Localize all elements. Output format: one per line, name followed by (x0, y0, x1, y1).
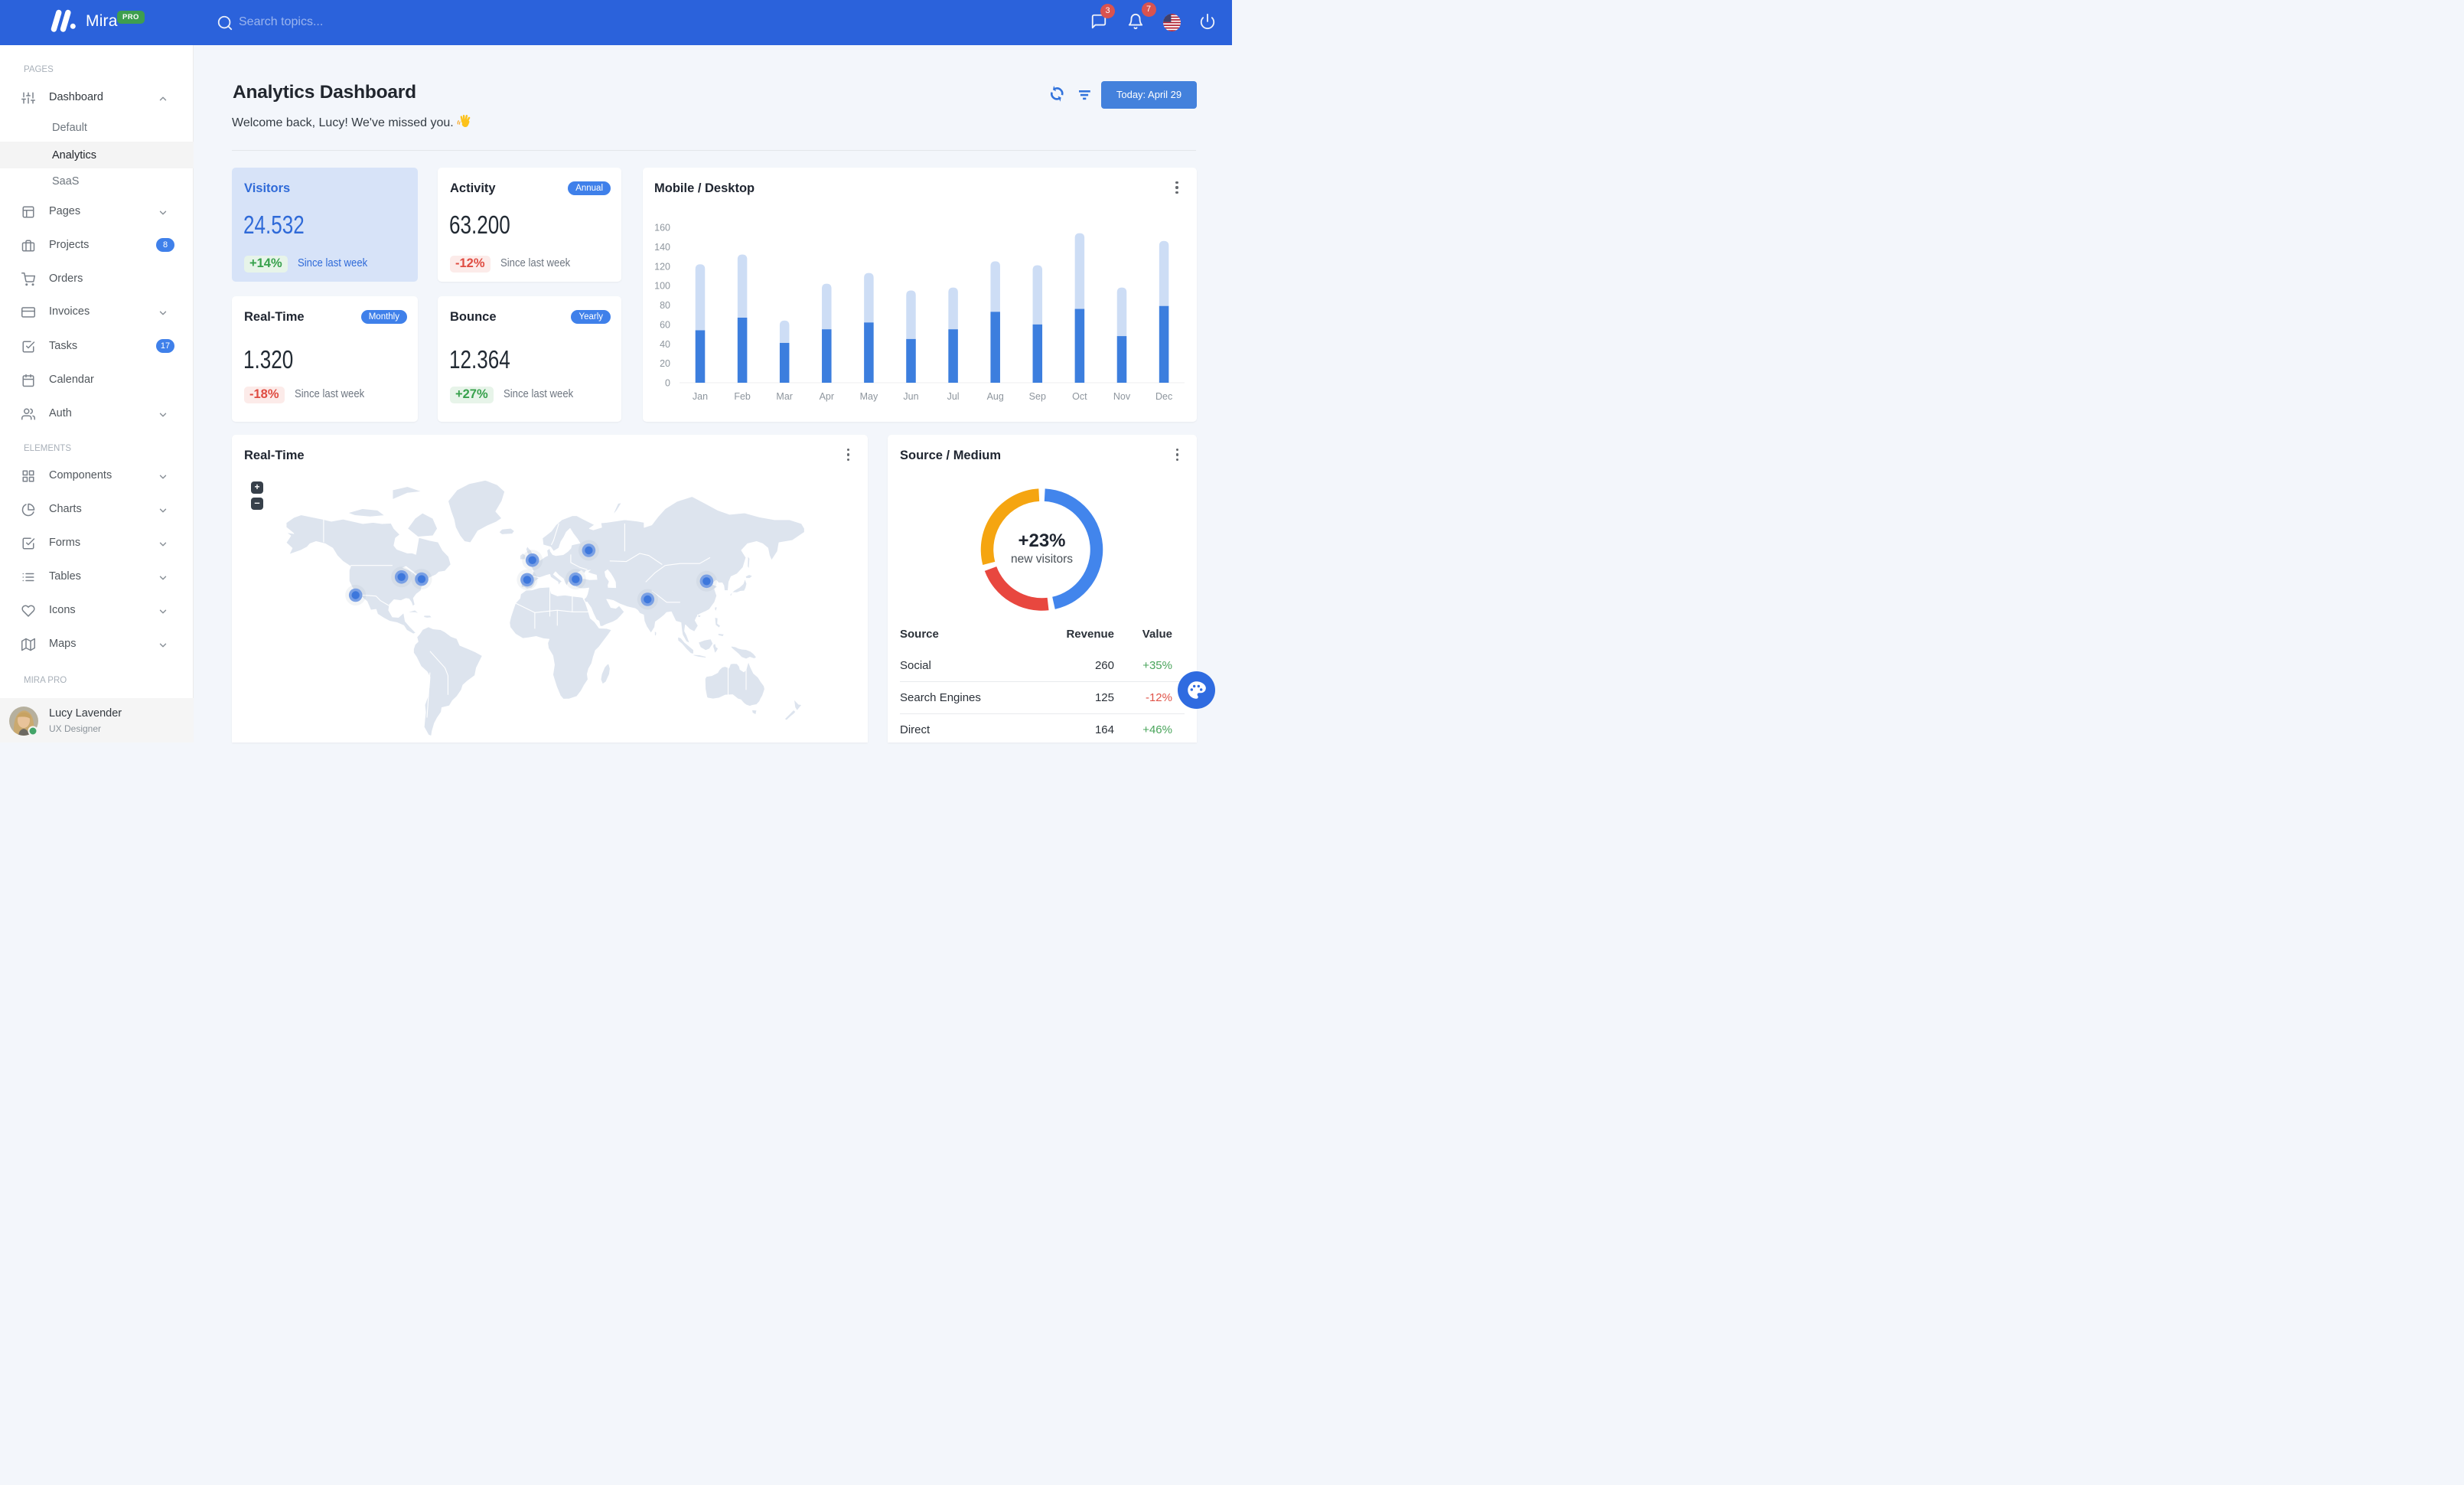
svg-text:40: 40 (660, 339, 670, 350)
svg-text:Apr: Apr (820, 391, 834, 402)
svg-text:100: 100 (654, 281, 670, 292)
svg-text:Mar: Mar (776, 391, 793, 402)
svg-text:Sep: Sep (1029, 391, 1046, 402)
svg-text:60: 60 (660, 319, 670, 330)
svg-text:80: 80 (660, 300, 670, 311)
svg-text:Feb: Feb (734, 391, 751, 402)
svg-text:Aug: Aug (987, 391, 1004, 402)
svg-text:20: 20 (660, 358, 670, 369)
svg-text:Dec: Dec (1155, 391, 1172, 402)
svg-text:120: 120 (654, 261, 670, 272)
svg-text:160: 160 (654, 223, 670, 233)
svg-text:Nov: Nov (1113, 391, 1131, 402)
svg-text:Oct: Oct (1072, 391, 1087, 402)
svg-text:140: 140 (654, 242, 670, 253)
svg-text:May: May (860, 391, 878, 402)
svg-text:Jun: Jun (903, 391, 918, 402)
svg-text:Jan: Jan (693, 391, 708, 402)
svg-text:0: 0 (665, 378, 670, 389)
svg-text:Jul: Jul (947, 391, 960, 402)
